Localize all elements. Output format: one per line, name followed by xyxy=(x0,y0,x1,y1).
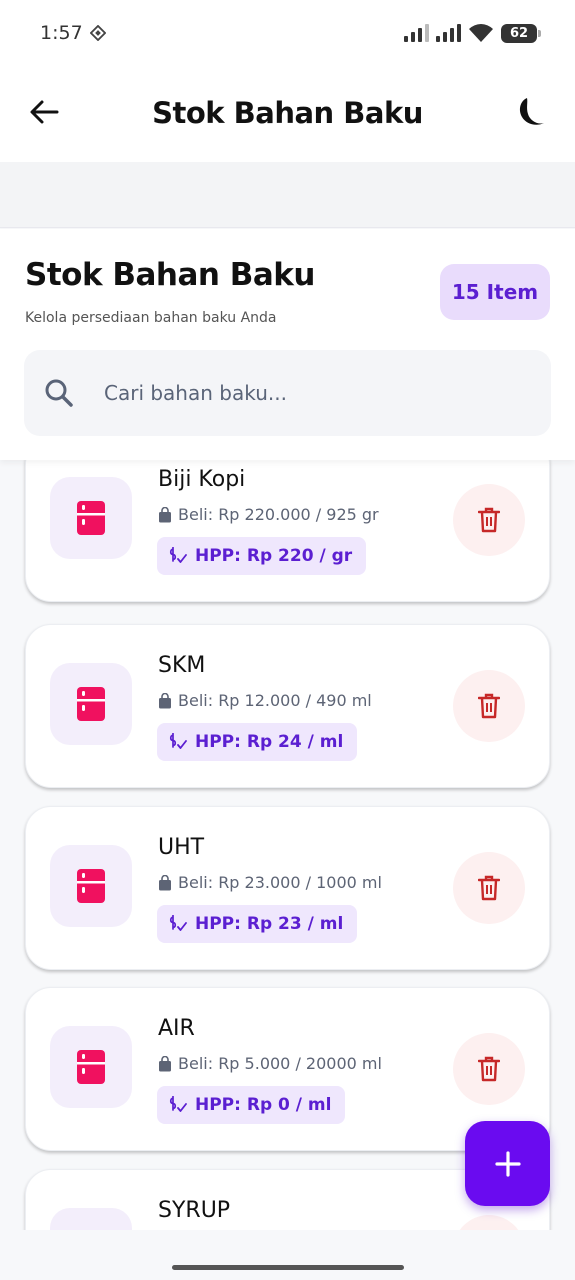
fridge-icon xyxy=(77,687,105,721)
price-tag-icon xyxy=(169,1096,187,1112)
trash-icon xyxy=(478,507,500,533)
signal-icon-2 xyxy=(436,24,461,42)
status-time: 1:57 xyxy=(40,22,83,44)
theme-toggle-button[interactable] xyxy=(511,94,549,132)
fridge-icon xyxy=(77,869,105,903)
list-item[interactable]: Biji Kopi Beli: Rp 220.000 / 925 gr HPP:… xyxy=(25,460,550,602)
shopping-bag-icon xyxy=(159,692,171,708)
item-name: SKM xyxy=(158,653,206,678)
item-hpp-text: HPP: Rp 0 / ml xyxy=(195,1095,332,1115)
item-name: SYRUP xyxy=(158,1198,231,1223)
item-hpp-badge: HPP: Rp 220 / gr xyxy=(157,537,367,575)
trash-icon xyxy=(478,875,500,901)
moon-icon xyxy=(519,98,544,125)
ingredient-list[interactable]: Biji Kopi Beli: Rp 220.000 / 925 gr HPP:… xyxy=(0,460,575,1230)
price-tag-icon xyxy=(169,733,187,749)
battery-icon: 62 xyxy=(501,23,541,43)
plus-icon xyxy=(494,1150,521,1177)
delete-button[interactable] xyxy=(453,1033,525,1105)
page-header: Stok Bahan Baku Kelola persediaan bahan … xyxy=(0,229,575,460)
shopping-bag-icon xyxy=(159,1055,171,1071)
item-name: AIR xyxy=(158,1016,195,1041)
item-icon-box xyxy=(50,663,132,745)
shopping-bag-icon xyxy=(159,874,171,890)
item-purchase: Beli: Rp 5.000 / 20000 ml xyxy=(158,1054,382,1073)
page-title: Stok Bahan Baku xyxy=(25,257,315,293)
wifi-icon xyxy=(469,24,493,42)
item-hpp-badge: HPP: Rp 23 / ml xyxy=(157,905,358,943)
fridge-icon xyxy=(77,1050,105,1084)
fridge-icon xyxy=(77,501,105,535)
search-input[interactable] xyxy=(104,372,524,414)
list-item[interactable]: SKM Beli: Rp 12.000 / 490 ml HPP: Rp 24 … xyxy=(25,624,550,788)
item-icon-box xyxy=(50,477,132,559)
delete-button[interactable] xyxy=(453,670,525,742)
status-bar: 1:57 62 xyxy=(0,0,575,68)
item-hpp-badge: HPP: Rp 24 / ml xyxy=(157,723,358,761)
home-indicator[interactable] xyxy=(172,1265,404,1270)
item-purchase-text: Beli: Rp 12.000 / 490 ml xyxy=(178,691,372,710)
item-icon-box xyxy=(50,1026,132,1108)
app-notification-icon xyxy=(90,25,106,41)
add-item-button[interactable] xyxy=(465,1121,550,1206)
price-tag-icon xyxy=(169,915,187,931)
item-purchase-text: Beli: Rp 220.000 / 925 gr xyxy=(178,505,379,524)
delete-button[interactable] xyxy=(453,852,525,924)
item-purchase-text: Beli: Rp 23.000 / 1000 ml xyxy=(178,873,382,892)
app-bar-title: Stok Bahan Baku xyxy=(152,96,423,130)
list-item[interactable]: UHT Beli: Rp 23.000 / 1000 ml HPP: Rp 23… xyxy=(25,806,550,970)
search-icon xyxy=(45,379,73,407)
item-name: UHT xyxy=(158,835,205,860)
item-icon-box xyxy=(50,1208,132,1230)
item-hpp-badge: HPP: Rp 0 / ml xyxy=(157,1086,346,1124)
search-bar[interactable] xyxy=(24,350,551,436)
app-bar-divider xyxy=(0,162,575,228)
item-purchase: Beli: Rp 220.000 / 925 gr xyxy=(158,505,379,524)
system-nav-bar xyxy=(0,1230,575,1280)
item-icon-box xyxy=(50,845,132,927)
item-hpp-text: HPP: Rp 24 / ml xyxy=(195,732,344,752)
item-count-badge: 15 Item xyxy=(440,264,550,320)
item-purchase: Beli: Rp 12.000 / 490 ml xyxy=(158,691,372,710)
delete-button[interactable] xyxy=(453,484,525,556)
item-purchase: Beli: Rp 23.000 / 1000 ml xyxy=(158,873,382,892)
trash-icon xyxy=(478,693,500,719)
trash-icon xyxy=(478,1056,500,1082)
battery-level: 62 xyxy=(509,25,529,41)
price-tag-icon xyxy=(169,547,187,563)
item-name: Biji Kopi xyxy=(158,467,246,492)
item-hpp-text: HPP: Rp 23 / ml xyxy=(195,914,344,934)
delete-button[interactable] xyxy=(453,1215,525,1230)
page-subtitle: Kelola persediaan bahan baku Anda xyxy=(25,310,277,326)
signal-icon xyxy=(404,24,429,42)
app-bar: Stok Bahan Baku xyxy=(0,68,575,162)
item-hpp-text: HPP: Rp 220 / gr xyxy=(195,546,353,566)
shopping-bag-icon xyxy=(159,506,171,522)
item-purchase-text: Beli: Rp 5.000 / 20000 ml xyxy=(178,1054,382,1073)
